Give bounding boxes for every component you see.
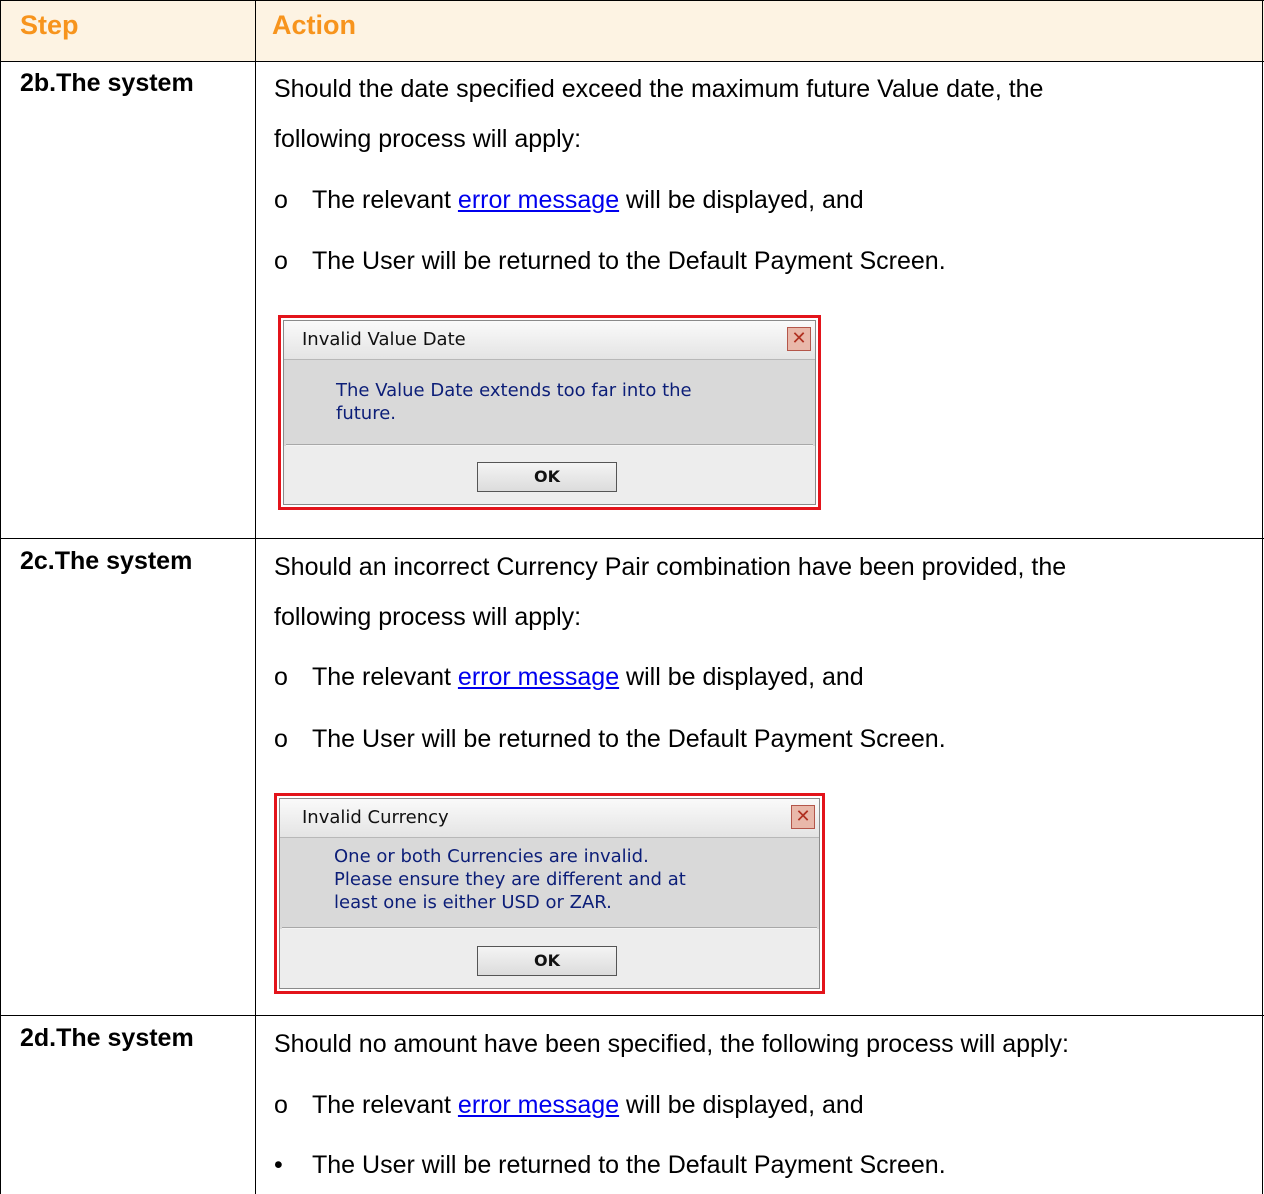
bullet-text: The relevant [312, 1091, 458, 1119]
bullet-text: will be displayed, and [619, 1091, 864, 1119]
list-item: o The relevant error message will be disp… [274, 186, 864, 215]
close-icon[interactable]: ✕ [787, 327, 811, 351]
dialog-titlebar: Invalid Value Date ✕ [284, 321, 815, 360]
list-item: o The relevant error message will be disp… [274, 1091, 864, 1120]
dialog-screenshot: Invalid Currency ✕ One or both Currencie… [274, 793, 825, 994]
list-item: o The User will be returned to the Defaul… [274, 247, 946, 276]
step-label: 2b.The system [20, 69, 194, 97]
table-border-top [0, 0, 1264, 1]
bullet-marker: o [274, 1091, 288, 1119]
bullet-marker: o [274, 247, 288, 275]
bullet-text: will be displayed, and [619, 186, 864, 214]
ok-button[interactable]: OK [477, 462, 617, 492]
dialog-message: One or both Currencies are invalid. Plea… [334, 846, 686, 913]
list-item: o The relevant error message will be disp… [274, 663, 864, 692]
table-header: Step Action [0, 0, 1264, 61]
dialog-window: Invalid Currency ✕ One or both Currencie… [279, 798, 820, 989]
dialog-footer: OK [284, 446, 815, 504]
action-text: Should no amount have been specified, th… [274, 1030, 1069, 1058]
action-text: following process will apply: [274, 603, 582, 631]
ok-button[interactable]: OK [477, 946, 617, 976]
dialog-footer: OK [280, 929, 819, 988]
bullet-text: The relevant [312, 663, 458, 691]
bullet-text: The User will be returned to the Default… [312, 1151, 946, 1179]
dialog-message: The Value Date extends too far into the … [336, 380, 692, 424]
bullet-text: The relevant [312, 186, 458, 214]
list-item: • The User will be returned to the Defaul… [274, 1151, 946, 1180]
error-message-link[interactable]: error message [458, 1091, 619, 1119]
row-divider [0, 538, 1264, 539]
steps-table: Step Action 2b.The system Should the dat… [0, 0, 1264, 1194]
error-message-link[interactable]: error message [458, 186, 619, 214]
dialog-titlebar: Invalid Currency ✕ [280, 799, 819, 838]
bullet-text: will be displayed, and [619, 663, 864, 691]
header-divider [0, 61, 1264, 62]
row-divider [0, 1015, 1264, 1016]
action-text: Should the date specified exceed the max… [274, 75, 1044, 103]
dialog-screenshot: Invalid Value Date ✕ The Value Date exte… [278, 315, 821, 510]
step-label: 2d.The system [20, 1024, 194, 1052]
bullet-marker: o [274, 725, 288, 753]
list-item: o The User will be returned to the Defaul… [274, 725, 946, 754]
bullet-marker: o [274, 663, 288, 691]
bullet-text: The User will be returned to the Default… [312, 725, 946, 753]
bullet-marker: o [274, 186, 288, 214]
dialog-title: Invalid Currency [302, 807, 449, 828]
bullet-marker: • [274, 1151, 283, 1179]
action-text: Should an incorrect Currency Pair combin… [274, 553, 1067, 581]
step-label: 2c.The system [20, 547, 193, 575]
header-step: Step [20, 10, 79, 40]
header-action: Action [272, 10, 356, 40]
dialog-window: Invalid Value Date ✕ The Value Date exte… [283, 320, 816, 505]
bullet-text: The User will be returned to the Default… [312, 247, 946, 275]
action-text: following process will apply: [274, 125, 582, 153]
dialog-title: Invalid Value Date [302, 329, 466, 350]
error-message-link[interactable]: error message [458, 663, 619, 691]
close-icon[interactable]: ✕ [791, 805, 815, 829]
